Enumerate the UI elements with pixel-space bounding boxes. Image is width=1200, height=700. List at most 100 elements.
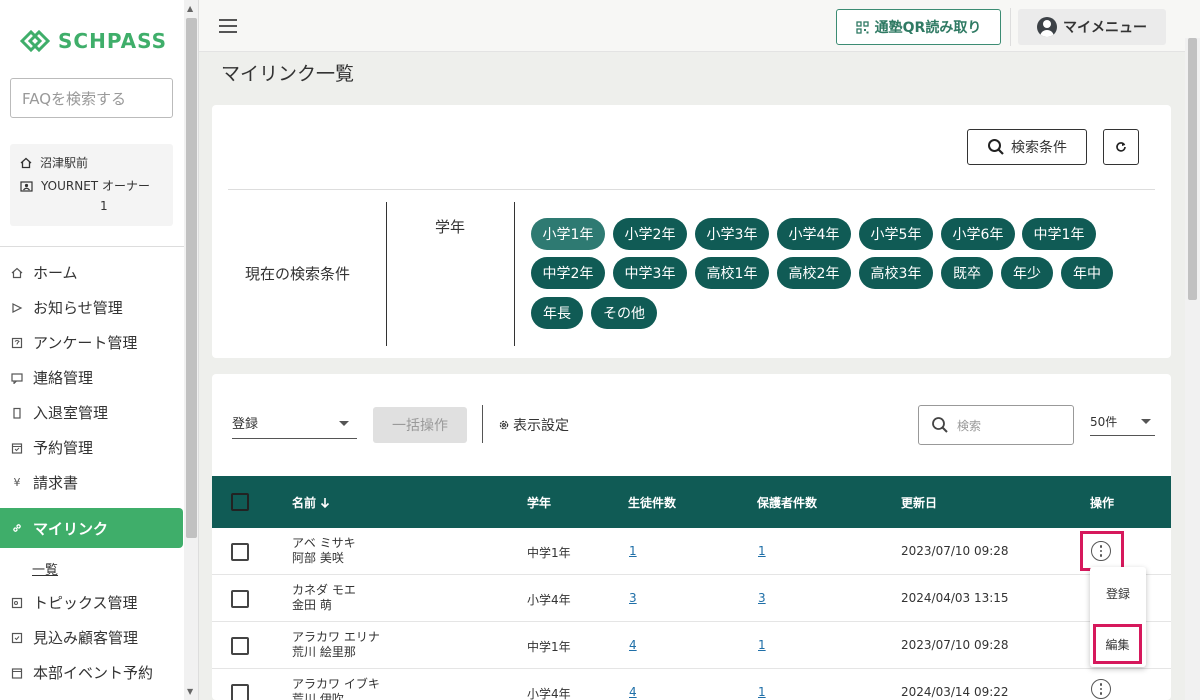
scrollbar-thumb[interactable] (186, 18, 197, 538)
sidebar-item-invoice[interactable]: ¥ 請求書 (0, 465, 184, 500)
divider (386, 202, 387, 346)
my-menu-button[interactable]: マイメニュー (1018, 9, 1166, 45)
qr-icon (856, 20, 869, 34)
students-count-link[interactable]: 4 (629, 638, 637, 652)
sidebar-item-prospects[interactable]: 見込み顧客管理 (0, 620, 184, 655)
hamburger-menu-icon[interactable] (219, 19, 237, 33)
sidebar-item-label: 連絡管理 (33, 369, 94, 387)
guardians-count-link[interactable]: 1 (758, 638, 766, 652)
yen-icon: ¥ (13, 476, 21, 489)
table-search-placeholder: 検索 (957, 418, 982, 433)
divider (228, 189, 1155, 190)
row-actions-icon[interactable] (1091, 679, 1111, 699)
scroll-down-icon[interactable]: ▼ (187, 687, 193, 696)
qr-scan-button[interactable]: 通塾QR読み取り (836, 9, 1001, 45)
grade-chip: 年中 (1061, 257, 1113, 289)
student-kana: アラカワ エリナ (292, 630, 380, 644)
table-row: アラカワ イブキ 荒川 伊吹 小学4年 4 1 2024/03/14 09:22 (212, 669, 1171, 700)
menu-item-register[interactable]: 登録 (1090, 585, 1146, 602)
updated-cell: 2024/03/14 09:22 (901, 685, 1009, 699)
grade-filter-label: 学年 (435, 218, 466, 236)
row-checkbox[interactable] (231, 637, 249, 655)
column-guardians: 保護者件数 (757, 496, 818, 510)
student-kana: アベ ミサキ (292, 536, 356, 550)
updated-cell: 2024/04/03 13:15 (901, 591, 1009, 605)
dropdown-arrow-icon (1141, 419, 1151, 424)
reset-button[interactable] (1103, 129, 1139, 165)
sidebar-item-mylink[interactable]: マイリンク (0, 508, 183, 548)
column-updated: 更新日 (901, 496, 938, 510)
per-page-select[interactable]: 50件 (1090, 407, 1155, 436)
sort-down-arrow-icon (320, 497, 330, 508)
sidebar-item-survey[interactable]: アンケート管理 (0, 325, 184, 360)
grade-chip: 年長 (531, 297, 583, 329)
sidebar-item-reservation[interactable]: 予約管理 (0, 430, 184, 465)
students-count-link[interactable]: 4 (629, 685, 637, 699)
refresh-icon (1116, 142, 1126, 152)
sidebar-item-events[interactable]: 本部イベント予約 (0, 655, 184, 690)
door-icon (10, 406, 24, 420)
search-icon (932, 417, 948, 433)
sidebar-item-topics[interactable]: トピックス管理 (0, 585, 184, 620)
grade-chip: 中学2年 (531, 257, 605, 289)
sidebar-subitem-list[interactable]: 一覧 (32, 559, 58, 578)
students-count-link[interactable]: 3 (629, 591, 637, 605)
brand-name: SCHPASS (58, 29, 168, 53)
grade-cell: 小学4年 (527, 593, 571, 607)
divider (514, 202, 515, 346)
guardians-count-link[interactable]: 1 (758, 685, 766, 699)
sidebar-item-label: 本部イベント予約 (33, 664, 154, 682)
faq-search-input[interactable]: FAQを検索する (10, 78, 173, 118)
menu-item-edit[interactable]: 編集 (1093, 624, 1142, 664)
chat-icon (10, 371, 24, 385)
sidebar-item-contact[interactable]: 連絡管理 (0, 360, 184, 395)
grade-chip: 高校1年 (695, 257, 769, 289)
table-search-input[interactable]: 検索 (918, 405, 1074, 445)
main-scrollbar[interactable] (1185, 38, 1200, 700)
home-icon (20, 157, 32, 168)
search-conditions-button[interactable]: 検索条件 (967, 129, 1087, 165)
sidebar-item-label: お知らせ管理 (33, 299, 123, 317)
column-name[interactable]: 名前 (292, 494, 330, 511)
student-name-cell: アラカワ エリナ 荒川 絵里那 (292, 630, 380, 660)
sidebar-item-label: トピックス管理 (33, 594, 138, 612)
row-checkbox[interactable] (231, 684, 249, 700)
students-count-link[interactable]: 1 (629, 544, 637, 558)
bulk-operation-button[interactable]: 一括操作 (373, 407, 467, 443)
sidebar-item-home[interactable]: ホーム (0, 255, 184, 290)
menu-item-edit-label: 編集 (1105, 637, 1130, 652)
display-settings-button[interactable]: 表示設定 (498, 415, 569, 435)
sidebar-item-entry[interactable]: 入退室管理 (0, 395, 184, 430)
grade-chip: 小学2年 (613, 218, 687, 250)
grade-chip: 中学3年 (613, 257, 687, 289)
my-menu-label: マイメニュー (1063, 20, 1147, 36)
select-all-checkbox[interactable] (231, 493, 249, 511)
logo[interactable]: SCHPASS (18, 28, 167, 54)
scroll-up-icon[interactable]: ▲ (187, 4, 193, 13)
row-checkbox[interactable] (231, 543, 249, 561)
student-name-cell: カネダ モエ 金田 萌 (292, 583, 356, 613)
school-info: 沼津駅前 YOURNET オーナー 1 (10, 144, 173, 226)
grade-chip: 中学1年 (1022, 218, 1096, 250)
grade-cell: 中学1年 (527, 640, 571, 654)
column-action: 操作 (1090, 496, 1115, 510)
grade-chip: 既卒 (941, 257, 993, 289)
guardians-count-link[interactable]: 3 (758, 591, 766, 605)
logo-mark-icon (19, 29, 51, 53)
row-checkbox[interactable] (231, 590, 249, 608)
highlight-box (1080, 531, 1124, 571)
badge-icon (20, 180, 33, 192)
bulk-action-select[interactable]: 登録 (232, 407, 357, 439)
links-table-card: 登録 一括操作 表示設定 検索 50件 名前 学年 生徒件数 保護者件数 更新日… (212, 374, 1171, 700)
sidebar-scrollbar[interactable]: ▲ ▼ (184, 0, 198, 700)
scrollbar-thumb[interactable] (1188, 38, 1197, 300)
current-conditions-label: 現在の検索条件 (245, 265, 351, 283)
guardians-count-link[interactable]: 1 (758, 544, 766, 558)
sidebar-item-notices[interactable]: お知らせ管理 (0, 290, 184, 325)
grade-chip: 小学1年 (531, 218, 605, 250)
table-header: 名前 学年 生徒件数 保護者件数 更新日 操作 (212, 476, 1171, 528)
top-header: 通塾QR読み取り マイメニュー (199, 0, 1200, 52)
gear-icon (499, 420, 509, 430)
table-row: アベ ミサキ 阿部 美咲 中学1年 1 1 2023/07/10 09:28 (212, 528, 1171, 575)
topics-icon (10, 596, 24, 610)
